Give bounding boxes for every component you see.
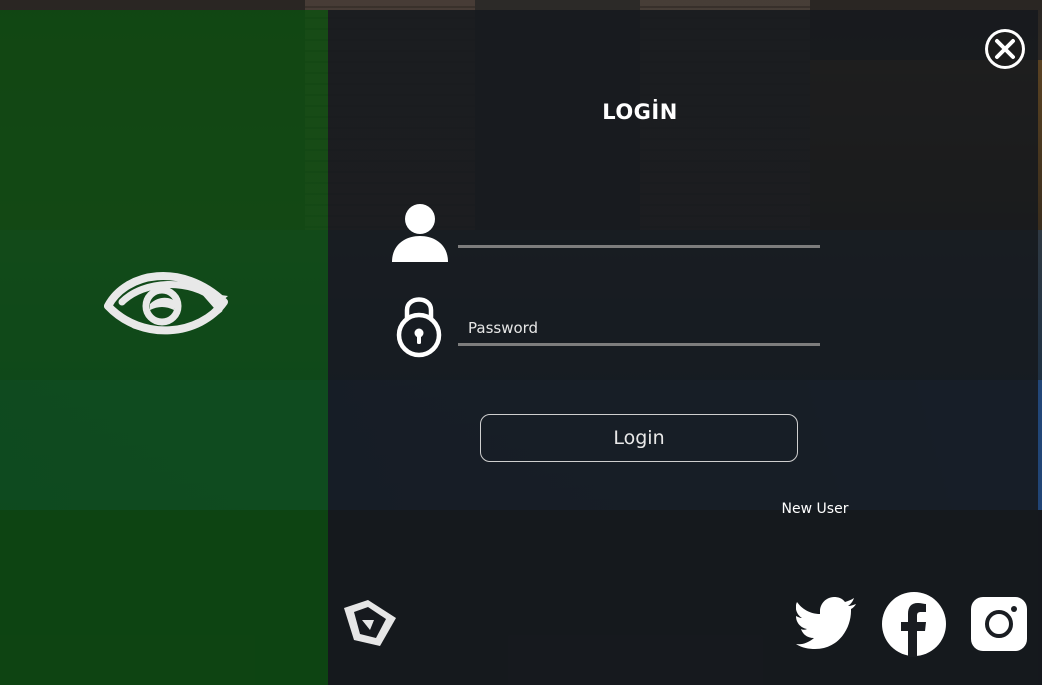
twitter-icon[interactable] (796, 596, 858, 650)
facebook-icon[interactable] (881, 591, 947, 657)
instagram-icon[interactable] (970, 596, 1028, 652)
user-icon (392, 204, 448, 262)
username-field[interactable] (458, 214, 820, 248)
eye-logo-icon (104, 272, 228, 335)
close-icon[interactable] (984, 28, 1026, 70)
lock-icon (396, 297, 442, 358)
brand-badge-icon (344, 600, 396, 646)
login-button[interactable]: Login (480, 414, 798, 462)
page-title: LOGİN (602, 100, 678, 124)
password-field[interactable] (458, 312, 820, 346)
new-user-link[interactable]: New User (760, 501, 870, 517)
brand-panel (0, 10, 328, 685)
